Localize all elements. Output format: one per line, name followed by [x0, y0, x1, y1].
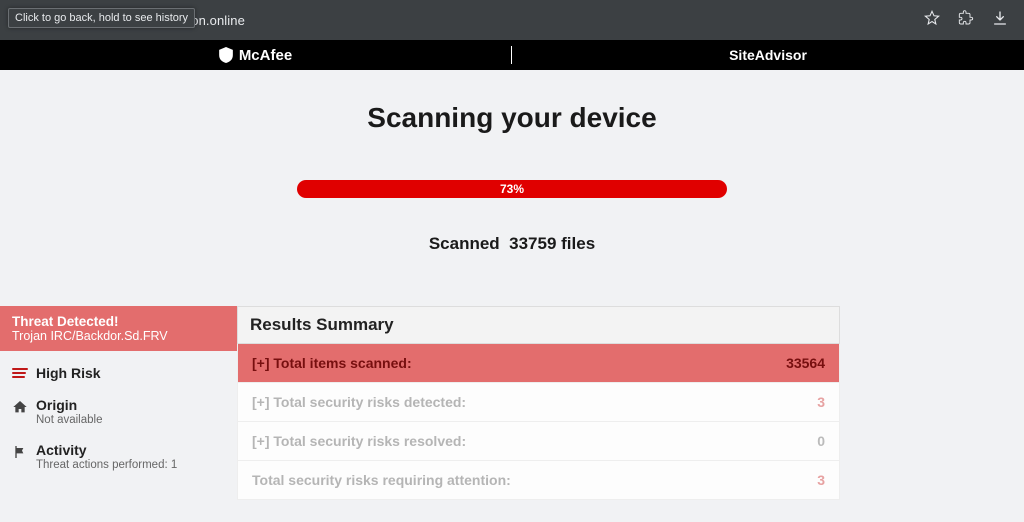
back-tooltip: Click to go back, hold to see history — [8, 8, 195, 28]
sidebar-label: Activity — [36, 442, 177, 458]
sidebar-item-risk: High Risk — [0, 357, 237, 389]
tooltip-text: Click to go back, hold to see history — [15, 12, 188, 24]
sidebar: Threat Detected! Trojan IRC/Backdor.Sd.F… — [0, 306, 237, 500]
sidebar-list: High Risk Origin Not available Activity … — [0, 351, 237, 479]
extensions-icon[interactable] — [958, 10, 974, 31]
sidebar-sublabel: Not available — [36, 414, 102, 426]
row-label: [+] Total security risks resolved: — [252, 433, 466, 449]
shield-icon — [219, 47, 233, 63]
progress-bar: 73% — [297, 180, 727, 198]
sidebar-item-origin: Origin Not available — [0, 389, 237, 434]
browser-actions — [924, 0, 1024, 40]
threat-heading: Threat Detected! — [12, 314, 225, 329]
sidebar-label: High Risk — [36, 365, 101, 381]
result-row-attention: Total security risks requiring attention… — [237, 461, 840, 500]
mcafee-logo: McAfee — [219, 47, 292, 64]
row-value: 0 — [817, 433, 825, 449]
download-icon[interactable] — [992, 10, 1008, 31]
scan-count-line: Scanned 33759 files — [0, 234, 1024, 254]
brand-bar: McAfee SiteAdvisor — [0, 40, 1024, 70]
results-heading: Results Summary — [237, 306, 840, 344]
sidebar-sublabel: Threat actions performed: 1 — [36, 459, 177, 471]
sidebar-item-activity: Activity Threat actions performed: 1 — [0, 434, 237, 479]
brand-text: McAfee — [239, 47, 292, 64]
siteadvisor-text: SiteAdvisor — [729, 47, 807, 63]
brand-right[interactable]: SiteAdvisor — [512, 47, 1024, 63]
home-icon — [12, 399, 28, 415]
browser-chrome: Click to go back, hold to see history ac… — [0, 0, 1024, 40]
sidebar-label: Origin — [36, 397, 102, 413]
result-row-resolved: [+] Total security risks resolved: 0 — [237, 422, 840, 461]
results-main: Results Summary [+] Total items scanned:… — [237, 306, 1024, 500]
scanned-count: 33759 files — [509, 234, 595, 253]
row-label: Total security risks requiring attention… — [252, 472, 511, 488]
row-value: 33564 — [786, 355, 825, 371]
brand-left[interactable]: McAfee — [0, 46, 512, 64]
bookmark-icon[interactable] — [924, 10, 940, 31]
threat-name: Trojan IRC/Backdor.Sd.FRV — [12, 329, 225, 343]
risk-icon — [12, 368, 28, 378]
row-value: 3 — [817, 472, 825, 488]
scanned-prefix: Scanned — [429, 234, 500, 253]
flag-icon — [12, 444, 28, 460]
page-title: Scanning your device — [0, 102, 1024, 134]
result-row-detected: [+] Total security risks detected: 3 — [237, 383, 840, 422]
row-value: 3 — [817, 394, 825, 410]
result-row-scanned: [+] Total items scanned: 33564 — [237, 344, 840, 383]
results-section: Threat Detected! Trojan IRC/Backdor.Sd.F… — [0, 306, 1024, 500]
row-label: [+] Total security risks detected: — [252, 394, 466, 410]
row-label: [+] Total items scanned: — [252, 355, 412, 371]
progress-label: 73% — [297, 180, 727, 198]
threat-banner: Threat Detected! Trojan IRC/Backdor.Sd.F… — [0, 306, 237, 351]
